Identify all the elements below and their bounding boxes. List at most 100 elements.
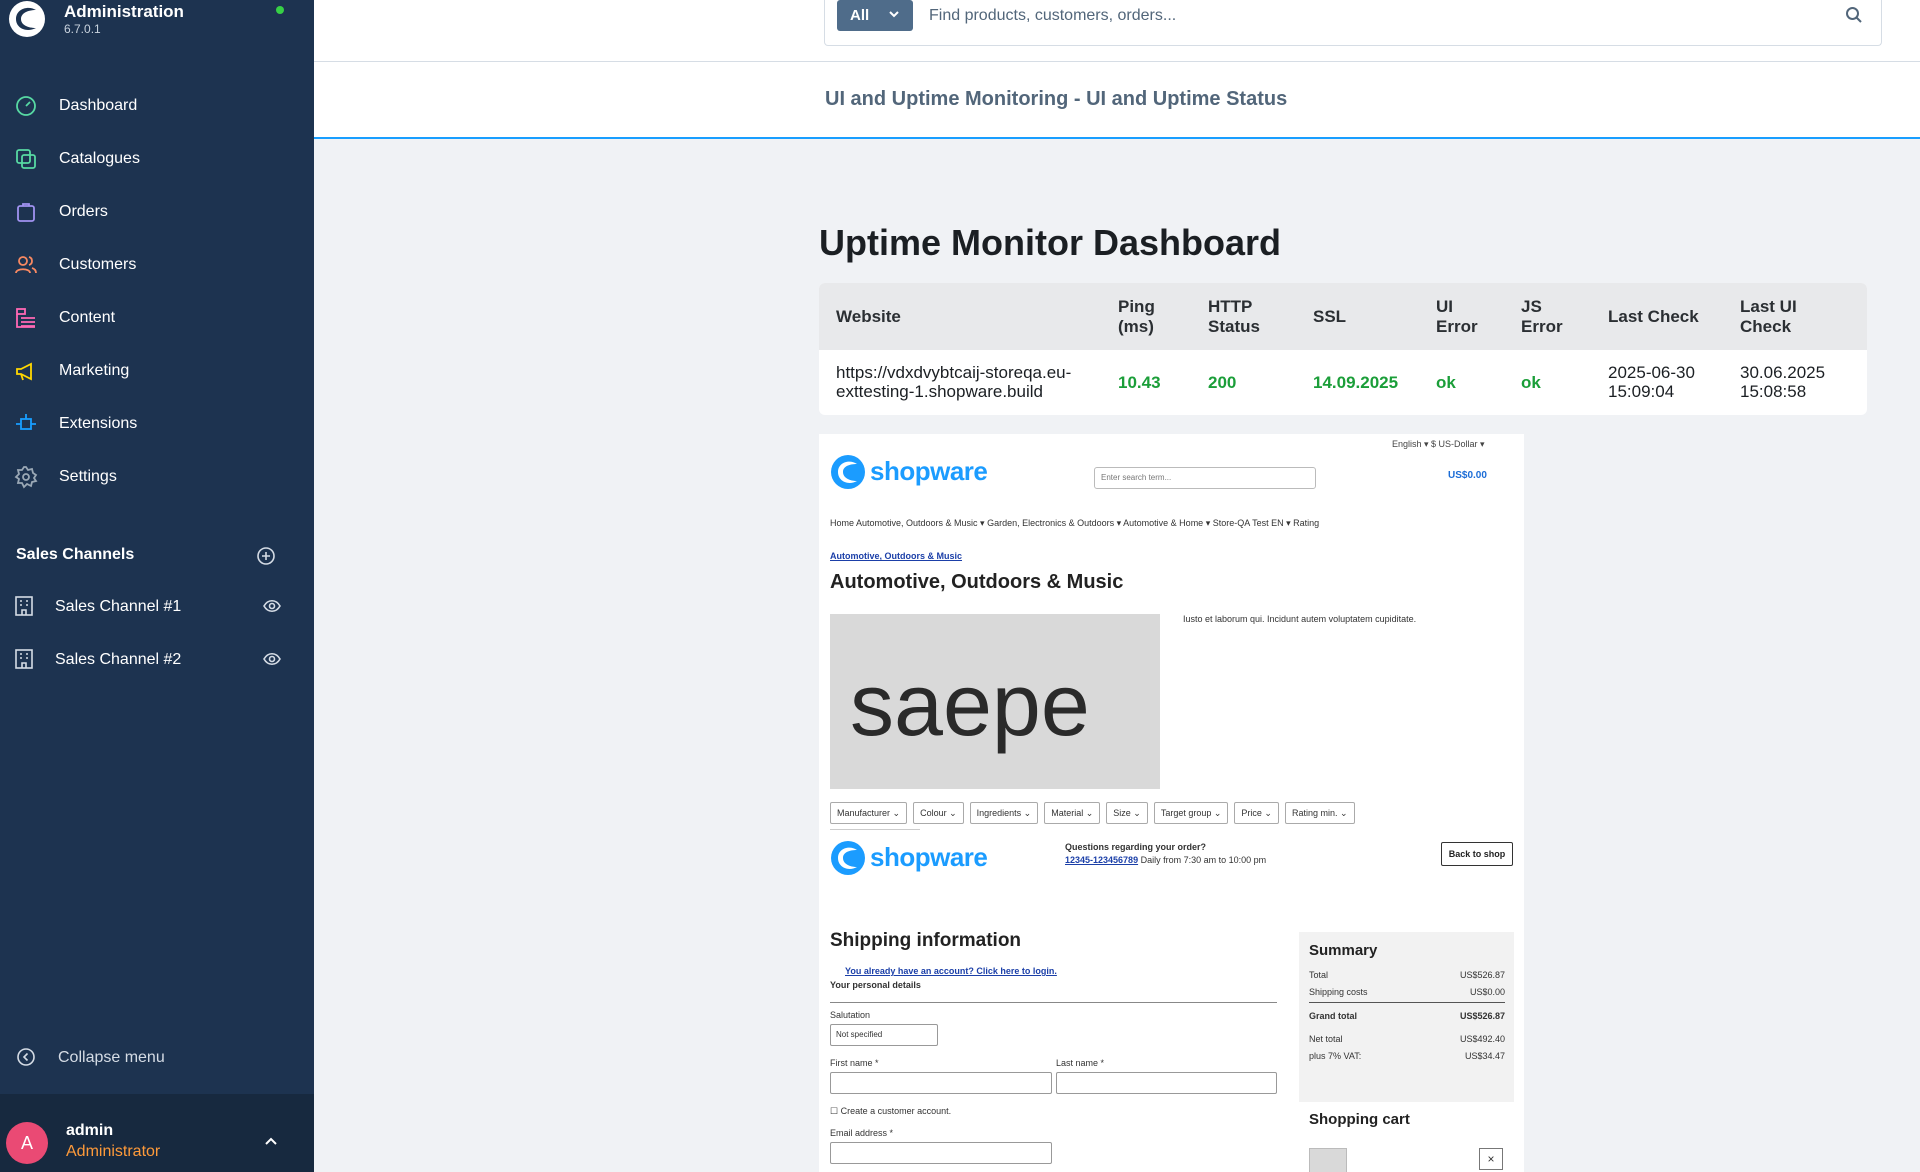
shipping-title: Shipping information: [830, 930, 1022, 951]
nav-label: Orders: [59, 203, 108, 220]
search-type-label: All: [850, 7, 870, 24]
http-status-cell: 200: [1208, 373, 1237, 392]
storefront-breadcrumb: Automotive, Outdoors & Music: [830, 551, 963, 561]
collapse-menu-button[interactable]: Collapse menu: [0, 1042, 314, 1072]
orders-icon: [17, 203, 35, 222]
marketing-icon: [16, 362, 32, 381]
add-sales-channel-icon[interactable]: [256, 546, 276, 566]
sales-channel-label: Sales Channel #2: [55, 651, 182, 668]
nav-item-settings[interactable]: Settings: [0, 451, 314, 504]
nav-item-catalogues[interactable]: Catalogues: [0, 133, 314, 186]
login-link: You already have an account? Click here …: [845, 966, 1057, 976]
website-cell[interactable]: https://vdxdvybtcaij-storeqa.eu-exttesti…: [836, 363, 1071, 401]
ui-error-cell: ok: [1436, 373, 1456, 392]
nav-label: Settings: [59, 468, 117, 485]
column-header-last-ui-check: Last UI Check: [1740, 297, 1797, 336]
last-ui-check-cell: 30.06.2025 15:08:58: [1740, 363, 1826, 401]
catalogue-icon: [16, 149, 36, 169]
app-title: Administration: [64, 2, 184, 21]
main-nav: Dashboard Catalogues Orders Customers Co…: [0, 80, 314, 504]
dashboard-title: Uptime Monitor Dashboard: [819, 222, 1282, 263]
column-header-last-check: Last Check: [1608, 307, 1699, 326]
cart-item-thumbnail: [1309, 1148, 1347, 1172]
column-header-ssl: SSL: [1313, 307, 1347, 326]
close-icon: ×: [1479, 1148, 1503, 1170]
column-header-ping: Ping (ms): [1118, 297, 1155, 336]
shopping-cart-title: Shopping cart: [1309, 1111, 1410, 1128]
nav-label: Content: [59, 309, 116, 326]
nav-item-dashboard[interactable]: Dashboard: [0, 80, 314, 133]
last-name-label: Last name *: [1056, 1058, 1105, 1068]
user-menu[interactable]: A admin Administrator: [0, 1094, 314, 1172]
shopware-logo-icon[interactable]: [8, 0, 46, 38]
column-header-website: Website: [836, 307, 901, 326]
cart-total: US$0.00: [1448, 470, 1487, 481]
settings-icon: [14, 466, 38, 489]
status-dot: [276, 6, 284, 14]
ui-screenshot: English ▾ $ US-Dollar ▾ shopware Enter s…: [819, 434, 1524, 1172]
checkout-logo: shopware: [830, 840, 1000, 876]
user-name: admin: [66, 1122, 114, 1139]
personal-details-title: Your personal details: [830, 980, 921, 990]
nav-item-customers[interactable]: Customers: [0, 239, 314, 292]
search-input[interactable]: [929, 0, 1809, 31]
chevron-down-icon: [889, 11, 899, 18]
last-name-field: [1056, 1072, 1277, 1094]
chevron-left-circle-icon: [17, 1048, 35, 1066]
currency-language-switch: English ▾ $ US-Dollar ▾: [1392, 439, 1485, 449]
js-error-cell: ok: [1521, 373, 1541, 392]
column-header-ui-error: UI Error: [1436, 297, 1478, 336]
sidebar: Administration 6.7.0.1 Dashboard Catalog…: [0, 0, 314, 1172]
shopware-logo-icon: [831, 455, 865, 489]
eye-icon[interactable]: [263, 652, 281, 666]
shopware-logo: shopware: [830, 454, 1000, 490]
checkout-contact: Questions regarding your order? 12345-12…: [1065, 842, 1267, 865]
filter-bar: Manufacturer ⌄ Colour ⌄ Ingredients ⌄ Mater…: [830, 802, 1361, 824]
sales-channel-label: Sales Channel #1: [55, 598, 182, 615]
eye-icon[interactable]: [263, 599, 281, 613]
search-icon[interactable]: [1845, 6, 1863, 24]
category-image: saepe: [830, 614, 1160, 789]
nav-item-orders[interactable]: Orders: [0, 186, 314, 239]
nav-item-content[interactable]: Content: [0, 292, 314, 345]
first-name-label: First name *: [830, 1058, 879, 1068]
content-icon: [16, 308, 35, 328]
first-name-field: [830, 1072, 1052, 1094]
avatar: A: [6, 1122, 48, 1164]
uptime-table: Website Ping (ms) HTTP Status SSL UI Error …: [819, 283, 1867, 415]
nav-label: Extensions: [59, 415, 138, 432]
customers-icon: [15, 256, 37, 274]
search-type-select[interactable]: All: [837, 0, 913, 31]
nav-label: Dashboard: [59, 97, 138, 114]
column-header-js-error: JS Error: [1521, 297, 1563, 336]
extensions-icon: [16, 414, 36, 430]
back-to-shop: Back to shop: [1441, 842, 1513, 866]
user-role: Administrator: [66, 1143, 161, 1160]
chevron-up-icon[interactable]: [264, 1136, 278, 1146]
page-header: UI and Uptime Monitoring - UI and Uptime…: [314, 62, 1920, 139]
nav-label: Marketing: [59, 362, 130, 379]
category-title: Automotive, Outdoors & Music: [830, 571, 1124, 593]
nav-label: Customers: [59, 256, 137, 273]
create-account-checkbox: ☐ Create a customer account.: [830, 1106, 952, 1116]
page-title: UI and Uptime Monitoring - UI and Uptime…: [825, 88, 1288, 110]
column-header-http-status: HTTP Status: [1208, 297, 1260, 336]
app-version: 6.7.0.1: [64, 22, 101, 36]
email-label: Email address *: [830, 1128, 894, 1138]
brand: Administration 6.7.0.1: [0, 0, 314, 40]
sales-channel-item-1[interactable]: Sales Channel #1: [0, 585, 314, 629]
global-search: All: [824, 0, 1882, 46]
nav-item-extensions[interactable]: Extensions: [0, 398, 314, 451]
email-field: [830, 1142, 1052, 1164]
last-check-cell: 2025-06-30 15:09:04: [1608, 363, 1695, 401]
table-header: Website Ping (ms) HTTP Status SSL UI Error …: [819, 283, 1867, 350]
ssl-cell: 14.09.2025: [1313, 373, 1399, 392]
sales-channels-title: Sales Channels: [16, 546, 135, 563]
storefront-icon: [15, 596, 33, 616]
nav-label: Catalogues: [59, 150, 140, 167]
nav-item-marketing[interactable]: Marketing: [0, 345, 314, 398]
sales-channel-item-2[interactable]: Sales Channel #2: [0, 638, 314, 682]
storefront-icon: [15, 649, 33, 669]
collapse-menu-label: Collapse menu: [58, 1049, 165, 1066]
order-summary: Summary Total US$526.87 Shipping costs US$…: [1299, 932, 1514, 1102]
